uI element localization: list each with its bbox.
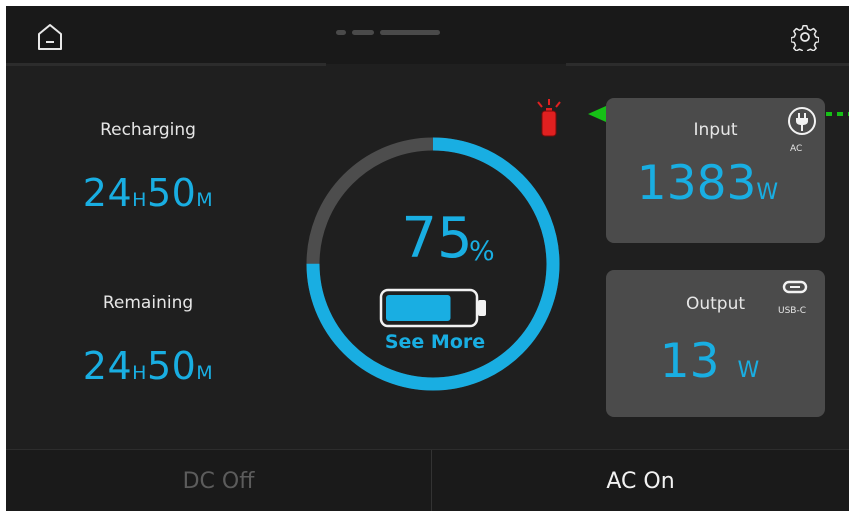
gear-icon[interactable]	[791, 23, 819, 51]
battery-alert-icon	[537, 99, 561, 137]
remaining-hours-unit: H	[132, 362, 147, 384]
recharging-hours: 24	[82, 171, 133, 215]
bottom-bar: DC Off AC On	[6, 449, 849, 511]
input-value-unit: W	[756, 180, 779, 205]
remaining-time: 24H50M	[48, 344, 248, 388]
recharging-label: Recharging	[100, 120, 196, 140]
dc-toggle-button[interactable]: DC Off	[6, 450, 431, 511]
top-divider-left	[6, 63, 326, 66]
device-screen: Recharging 24H50M Remaining 24H50M 75 % …	[6, 6, 849, 511]
recharging-hours-unit: H	[132, 189, 147, 211]
output-card[interactable]: Output USB-C 13 W	[606, 270, 825, 417]
remaining-minutes: 50	[146, 344, 197, 388]
input-card[interactable]: Input AC 1383W	[606, 98, 825, 243]
see-more-link[interactable]: See More	[360, 331, 510, 353]
remaining-minutes-unit: M	[196, 362, 214, 384]
plug-icon	[788, 107, 816, 135]
output-port-label: USB-C	[778, 306, 807, 316]
remaining-hours: 24	[82, 344, 133, 388]
recharging-minutes: 50	[146, 171, 197, 215]
top-status-placeholder	[336, 20, 496, 35]
recharging-time: 24H50M	[48, 171, 248, 215]
usb-c-icon	[782, 280, 808, 294]
input-value-number: 1383	[636, 156, 757, 211]
remaining-label: Remaining	[102, 293, 194, 313]
input-source-label: AC	[790, 144, 803, 154]
top-bar	[6, 6, 849, 64]
ac-toggle-button[interactable]: AC On	[432, 450, 849, 511]
home-icon[interactable]	[36, 22, 64, 52]
top-divider-right	[566, 63, 849, 66]
battery-percent-unit: %	[469, 236, 495, 267]
input-value: 1383W	[598, 156, 817, 211]
battery-icon	[379, 288, 486, 328]
output-value: 13 W	[600, 334, 819, 389]
recharging-minutes-unit: M	[196, 189, 214, 211]
output-value-unit: W	[737, 358, 760, 383]
output-value-number: 13	[659, 334, 720, 389]
